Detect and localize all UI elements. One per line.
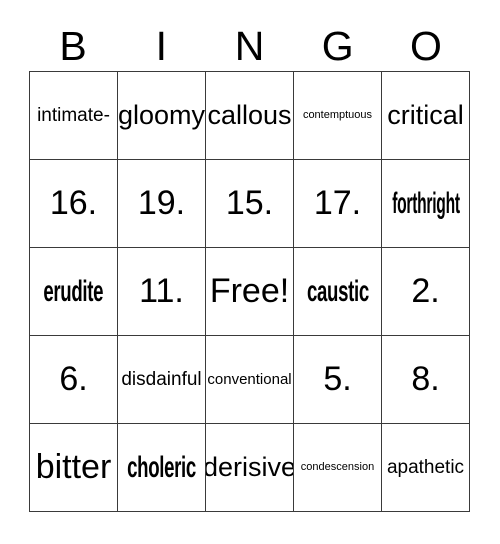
bingo-cell[interactable]: contemptuous xyxy=(294,72,382,160)
bingo-cell[interactable]: conventional xyxy=(206,336,294,424)
bingo-cell[interactable]: disdainful xyxy=(118,336,206,424)
bingo-cell-text: 19. xyxy=(137,183,186,222)
bingo-cell[interactable]: callous xyxy=(206,72,294,160)
bingo-cell-text: intimate- xyxy=(37,104,110,126)
bingo-cell-text: choleric xyxy=(127,450,196,484)
bingo-cell-text: forthright xyxy=(391,186,460,220)
bingo-cell-text: derisive xyxy=(206,452,294,483)
bingo-cell[interactable]: 6. xyxy=(30,336,118,424)
bingo-cell[interactable]: 11. xyxy=(118,248,206,336)
bingo-cell-text: critical xyxy=(387,100,464,131)
bingo-cell-text: disdainful xyxy=(121,368,202,390)
bingo-header-row: B I N G O xyxy=(29,22,470,71)
bingo-header-letter-text: G xyxy=(321,23,354,69)
bingo-cell-text: conventional xyxy=(207,370,292,388)
bingo-cell[interactable]: bitter xyxy=(30,424,118,512)
bingo-cell[interactable]: 17. xyxy=(294,160,382,248)
bingo-card: B I N G O intimate- gloomy callous conte… xyxy=(0,0,500,544)
bingo-header-letter-text: B xyxy=(59,23,87,69)
bingo-cell[interactable]: 16. xyxy=(30,160,118,248)
bingo-cell-text: 5. xyxy=(323,359,352,398)
bingo-cell[interactable]: critical xyxy=(382,72,470,160)
bingo-cell[interactable]: forthright xyxy=(382,160,470,248)
bingo-cell[interactable]: condescension xyxy=(294,424,382,512)
bingo-cell[interactable]: 2. xyxy=(382,248,470,336)
bingo-cell[interactable]: erudite xyxy=(30,248,118,336)
bingo-header-letter-text: I xyxy=(155,23,167,69)
bingo-header-letter-text: N xyxy=(234,23,265,69)
bingo-header-letter-g: G xyxy=(294,22,382,71)
bingo-cell-text: apathetic xyxy=(386,456,465,478)
bingo-cell-text: bitter xyxy=(35,447,112,486)
bingo-cell-text: 6. xyxy=(59,359,88,398)
bingo-header-letter-o: O xyxy=(382,22,470,71)
bingo-header-letter-i: I xyxy=(117,22,205,71)
bingo-cell[interactable]: choleric xyxy=(118,424,206,512)
bingo-cell-text: gloomy xyxy=(118,100,206,131)
bingo-cell-text: 15. xyxy=(225,183,274,222)
bingo-cell-text: caustic xyxy=(306,274,369,308)
bingo-cell[interactable]: 15. xyxy=(206,160,294,248)
bingo-cell[interactable]: derisive xyxy=(206,424,294,512)
bingo-free-space-cell[interactable]: Free! xyxy=(206,248,294,336)
bingo-cell[interactable]: 8. xyxy=(382,336,470,424)
bingo-cell[interactable]: gloomy xyxy=(118,72,206,160)
bingo-cell-text: condescension xyxy=(300,460,375,473)
bingo-cell-text: erudite xyxy=(43,274,104,308)
bingo-cell[interactable]: 5. xyxy=(294,336,382,424)
bingo-cell-text: 16. xyxy=(49,183,98,222)
bingo-grid: intimate- gloomy callous contemptuous cr… xyxy=(29,71,470,512)
bingo-header-letter-b: B xyxy=(29,22,117,71)
bingo-cell-text: 17. xyxy=(313,183,362,222)
bingo-cell-text: 8. xyxy=(411,359,440,398)
bingo-cell[interactable]: intimate- xyxy=(30,72,118,160)
bingo-cell[interactable]: apathetic xyxy=(382,424,470,512)
bingo-cell-text: contemptuous xyxy=(302,108,373,121)
bingo-header-letter-text: O xyxy=(409,23,442,69)
bingo-free-space-text: Free! xyxy=(209,271,290,310)
bingo-header-letter-n: N xyxy=(205,22,293,71)
bingo-cell-text: callous xyxy=(207,100,292,131)
bingo-cell-text: 2. xyxy=(411,271,440,310)
bingo-cell[interactable]: 19. xyxy=(118,160,206,248)
bingo-cell-text: 11. xyxy=(139,271,184,310)
bingo-cell[interactable]: caustic xyxy=(294,248,382,336)
